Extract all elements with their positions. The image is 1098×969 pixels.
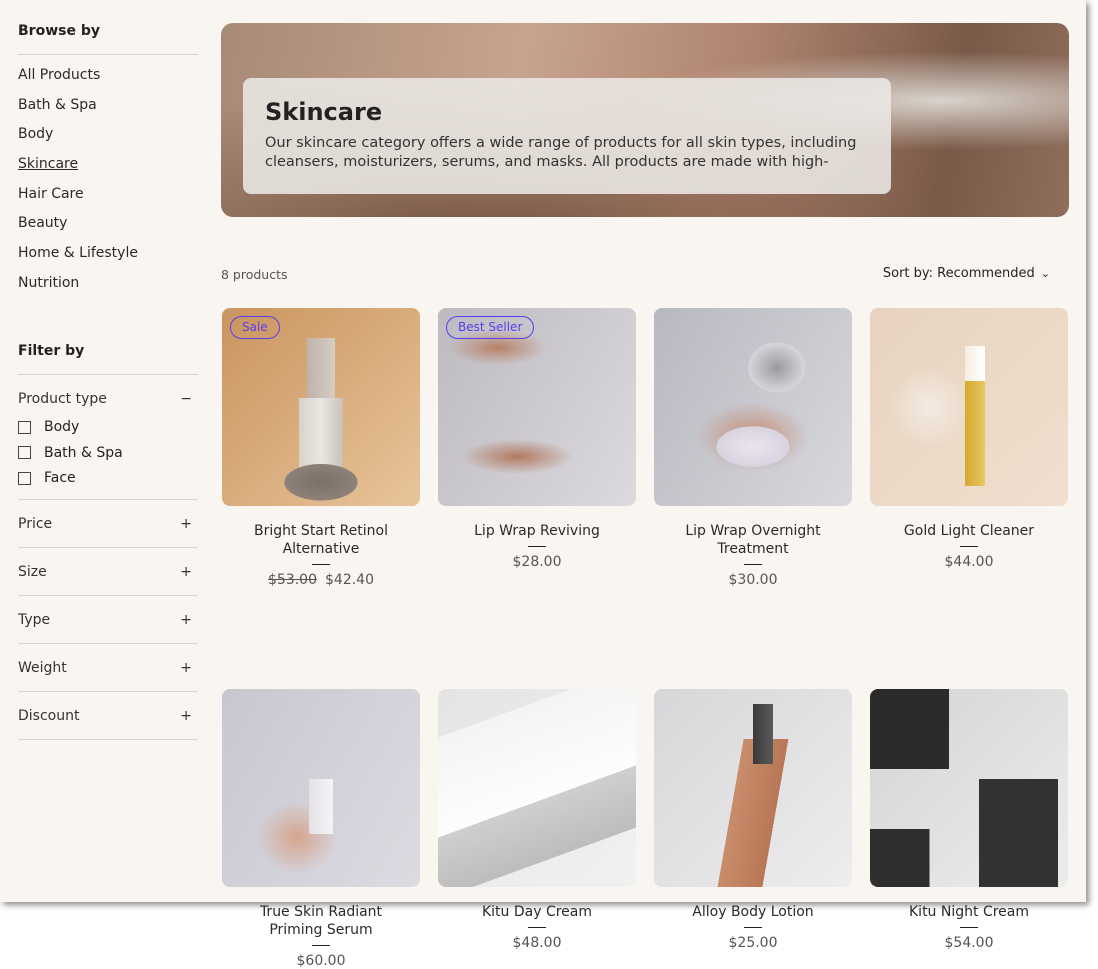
hero-overlay: Skincare Our skincare category offers a …: [243, 78, 891, 194]
divider: [312, 945, 330, 946]
browse-title: Browse by: [18, 23, 100, 39]
product-name[interactable]: Bright Start Retinol Alternative: [222, 522, 420, 558]
product-price: $48.00: [512, 935, 562, 951]
category-nav: All Products Bath & Spa Body Skincare Ha…: [18, 61, 198, 299]
product-price: $44.00: [944, 554, 994, 570]
best-seller-badge: Best Seller: [446, 316, 535, 339]
checkbox-icon: [18, 420, 31, 434]
category-body[interactable]: Body: [18, 120, 198, 150]
product-name[interactable]: Kitu Day Cream: [438, 903, 636, 921]
product-price: $30.00: [728, 572, 778, 588]
product-card[interactable]: Alloy Body Lotion $25.00: [654, 689, 852, 969]
plus-icon: +: [180, 515, 192, 532]
product-card[interactable]: Sale Bright Start Retinol Alternative $5…: [222, 308, 420, 588]
filter-discount[interactable]: Discount +: [18, 692, 198, 740]
product-card[interactable]: Kitu Day Cream $48.00: [438, 689, 636, 969]
product-image[interactable]: [654, 689, 852, 887]
sidebar: Browse by All Products Bath & Spa Body S…: [18, 0, 198, 740]
product-name[interactable]: Alloy Body Lotion: [654, 903, 852, 921]
product-card[interactable]: Lip Wrap Overnight Treatment $30.00: [654, 308, 852, 588]
product-name[interactable]: Kitu Night Cream: [870, 903, 1068, 921]
product-image[interactable]: Sale: [222, 308, 420, 506]
chevron-down-icon: ⌄: [1040, 267, 1050, 280]
product-price: $53.00 $42.40: [222, 572, 420, 588]
product-name[interactable]: Lip Wrap Overnight Treatment: [654, 522, 852, 558]
product-card[interactable]: Gold Light Cleaner $44.00: [870, 308, 1068, 588]
filter-weight[interactable]: Weight +: [18, 644, 198, 692]
category-nutrition[interactable]: Nutrition: [18, 269, 198, 299]
filter-label: Price: [18, 515, 53, 532]
product-image[interactable]: Best Seller: [438, 308, 636, 506]
filter-type[interactable]: Type +: [18, 596, 198, 644]
category-skincare[interactable]: Skincare: [18, 150, 198, 180]
product-name[interactable]: True Skin Radiant Priming Serum: [222, 903, 420, 939]
original-price: $53.00: [268, 572, 317, 588]
checkbox-face[interactable]: Face: [18, 466, 198, 492]
category-beauty[interactable]: Beauty: [18, 209, 198, 239]
minus-icon: −: [180, 390, 192, 407]
divider: [744, 564, 762, 565]
product-name[interactable]: Gold Light Cleaner: [870, 522, 1068, 540]
category-hero: Skincare Our skincare category offers a …: [221, 23, 1069, 217]
category-hair-care[interactable]: Hair Care: [18, 180, 198, 210]
divider: [18, 54, 198, 55]
category-description: Our skincare category offers a wide rang…: [265, 135, 857, 170]
divider: [960, 546, 978, 547]
plus-icon: +: [180, 611, 192, 628]
product-image[interactable]: [870, 689, 1068, 887]
checkbox-label: Body: [44, 419, 80, 436]
filter-label: Weight: [18, 659, 67, 676]
divider: [528, 546, 546, 547]
filter-label: Type: [18, 611, 51, 628]
product-price: $25.00: [728, 935, 778, 951]
divider: [960, 927, 978, 928]
product-price: $54.00: [944, 935, 994, 951]
filter-price[interactable]: Price +: [18, 500, 198, 548]
product-image[interactable]: [438, 689, 636, 887]
divider: [744, 927, 762, 928]
checkbox-body[interactable]: Body: [18, 415, 198, 441]
product-image[interactable]: [222, 689, 420, 887]
product-image[interactable]: [870, 308, 1068, 506]
product-price: $60.00: [296, 953, 346, 969]
sort-dropdown[interactable]: Sort by: Recommended ⌄: [883, 266, 1050, 281]
filter-size[interactable]: Size +: [18, 548, 198, 596]
plus-icon: +: [180, 659, 192, 676]
product-price: $28.00: [512, 554, 562, 570]
checkbox-label: Face: [44, 470, 76, 487]
category-home-lifestyle[interactable]: Home & Lifestyle: [18, 239, 198, 269]
filter-title: Filter by: [18, 342, 85, 359]
checkbox-bath-spa[interactable]: Bath & Spa: [18, 440, 198, 466]
product-name[interactable]: Lip Wrap Reviving: [438, 522, 636, 540]
filter-label: Product type: [18, 390, 107, 407]
product-card[interactable]: Best Seller Lip Wrap Reviving $28.00: [438, 308, 636, 588]
plus-icon: +: [180, 707, 192, 724]
filter-label: Discount: [18, 707, 80, 724]
product-image[interactable]: [654, 308, 852, 506]
product-card[interactable]: True Skin Radiant Priming Serum $60.00: [222, 689, 420, 969]
checkbox-icon: [18, 471, 31, 485]
product-card[interactable]: Kitu Night Cream $54.00: [870, 689, 1068, 969]
product-grid: Sale Bright Start Retinol Alternative $5…: [222, 308, 1068, 969]
sale-badge: Sale: [230, 316, 280, 339]
store-window: Browse by All Products Bath & Spa Body S…: [0, 0, 1086, 969]
category-bath-spa[interactable]: Bath & Spa: [18, 91, 198, 121]
divider: [528, 927, 546, 928]
category-title: Skincare: [265, 98, 383, 126]
checkbox-label: Bath & Spa: [44, 444, 123, 461]
sale-price: $42.40: [325, 572, 374, 588]
product-count: 8 products: [221, 267, 288, 282]
checkbox-icon: [18, 446, 31, 460]
filter-label: Size: [18, 563, 47, 580]
category-all-products[interactable]: All Products: [18, 61, 198, 91]
sort-label: Sort by: Recommended: [882, 266, 1035, 281]
plus-icon: +: [180, 563, 192, 580]
divider: [312, 564, 330, 565]
